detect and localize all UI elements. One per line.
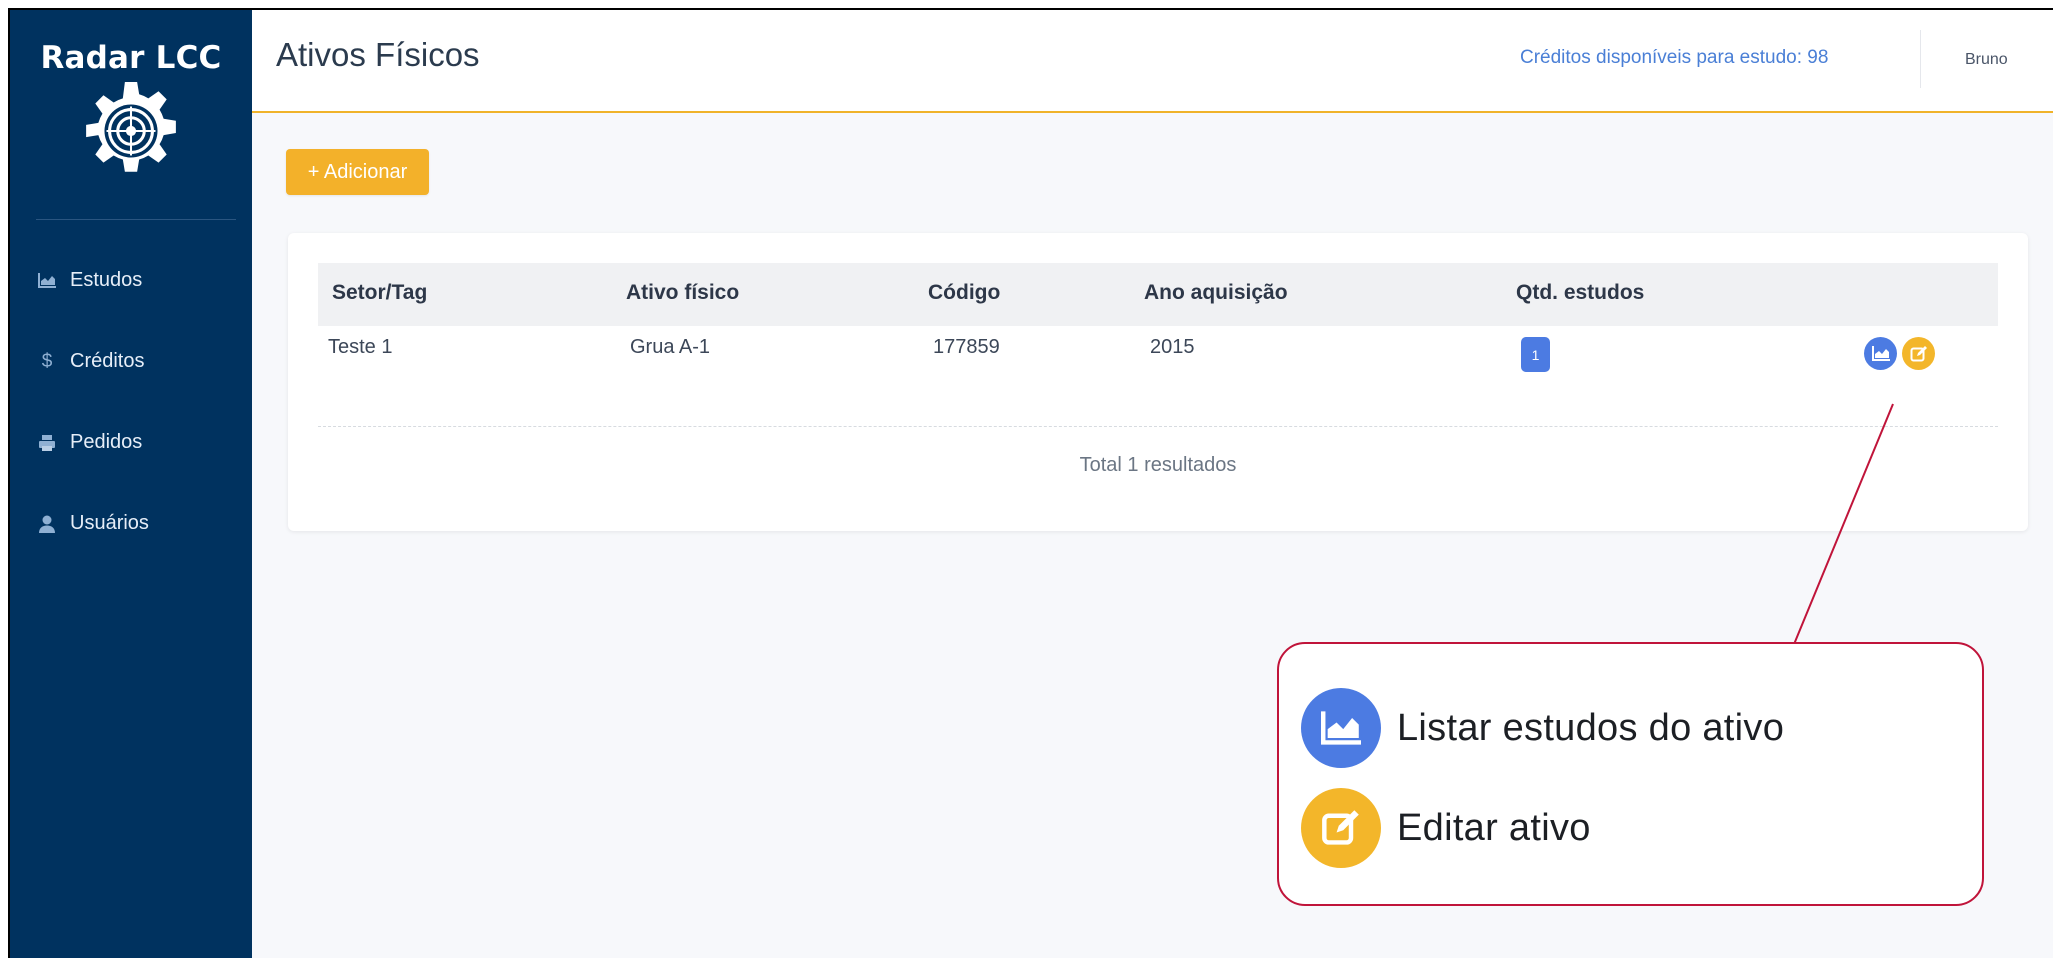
sidebar-item-label: Créditos — [70, 350, 145, 372]
assets-table-card: Setor/Tag Ativo físico Código Ano aquisi… — [288, 233, 2028, 531]
user-icon — [36, 515, 58, 533]
top-bar: Ativos Físicos Créditos disponíveis para… — [252, 10, 2053, 113]
cell-ano: 2015 — [1150, 336, 1195, 358]
sidebar-item-label: Usuários — [70, 512, 149, 534]
printer-icon — [36, 434, 58, 452]
sidebar-item-label: Pedidos — [70, 431, 143, 453]
area-chart-icon — [36, 273, 58, 288]
add-button[interactable]: + Adicionar — [286, 149, 429, 195]
credits-link[interactable]: Créditos disponíveis para estudo: 98 — [1520, 47, 1828, 69]
legend-item-list-studies: Listar estudos do ativo — [1301, 688, 1784, 768]
dollar-icon: $ — [41, 350, 53, 372]
icon-legend-callout: Listar estudos do ativo Editar ativo — [1277, 642, 1984, 906]
results-total: Total 1 resultados — [1079, 454, 1237, 476]
sidebar: Radar LCC Estudos $ Créditos Pedidos Usu… — [10, 10, 252, 958]
column-header-qtd: Qtd. estudos — [1516, 281, 1645, 304]
cell-codigo: 177859 — [933, 336, 1000, 358]
edit-asset-button[interactable] — [1902, 337, 1935, 370]
list-studies-button[interactable] — [1864, 337, 1897, 370]
sidebar-item-label: Estudos — [70, 269, 143, 291]
page-title: Ativos Físicos — [276, 36, 480, 73]
radar-gear-logo-icon — [86, 82, 176, 172]
area-chart-icon — [1871, 346, 1890, 361]
sidebar-divider — [36, 219, 236, 220]
legend-label: Listar estudos do ativo — [1397, 706, 1785, 749]
legend-item-edit-asset: Editar ativo — [1301, 788, 1591, 868]
studies-count-badge: 1 — [1521, 337, 1550, 372]
column-header-ativo: Ativo físico — [626, 281, 740, 304]
column-header-codigo: Código — [928, 281, 1001, 304]
column-header-ano: Ano aquisição — [1144, 281, 1288, 304]
sidebar-item-estudos[interactable]: Estudos — [10, 240, 252, 321]
brand-name: Radar LCC — [40, 40, 222, 76]
table-divider — [318, 426, 1998, 427]
header-divider — [1920, 30, 1921, 88]
sidebar-item-pedidos[interactable]: Pedidos — [10, 402, 252, 483]
user-menu[interactable]: Bruno — [1965, 51, 2008, 69]
column-header-setor: Setor/Tag — [332, 281, 428, 304]
legend-label: Editar ativo — [1397, 806, 1591, 849]
area-chart-icon — [1301, 688, 1381, 768]
edit-icon — [1910, 345, 1927, 361]
table-header: Setor/Tag Ativo físico Código Ano aquisi… — [318, 263, 1998, 326]
sidebar-nav: Estudos $ Créditos Pedidos Usuários — [10, 240, 252, 564]
sidebar-item-creditos[interactable]: $ Créditos — [10, 321, 252, 402]
cell-ativo: Grua A-1 — [630, 336, 711, 358]
edit-icon — [1301, 788, 1381, 868]
sidebar-item-usuarios[interactable]: Usuários — [10, 483, 252, 564]
cell-setor: Teste 1 — [328, 336, 393, 358]
